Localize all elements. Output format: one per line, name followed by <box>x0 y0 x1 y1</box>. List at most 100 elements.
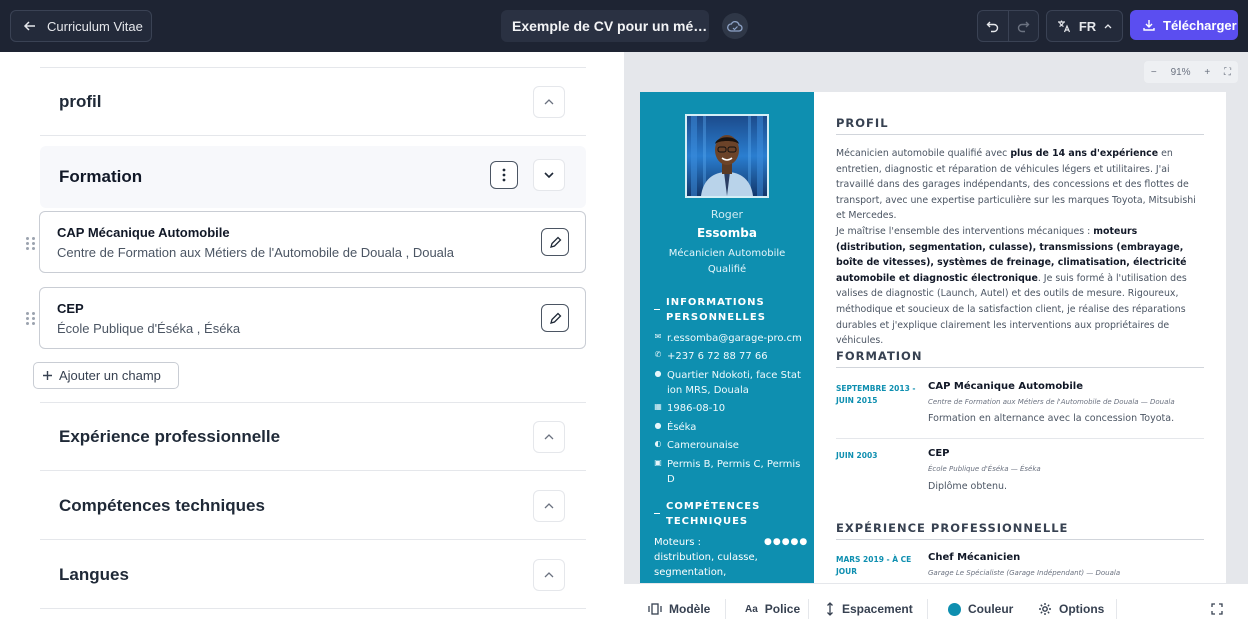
cv-experience-heading: EXPÉRIENCE PROFESSIONNELLE <box>836 521 1204 540</box>
options-label: Options <box>1059 602 1105 616</box>
cv-job-title: Mécanicien Automobile Qualifié <box>668 248 786 275</box>
template-label: Modèle <box>669 602 711 616</box>
date-line: JUIN 2015 <box>836 396 878 405</box>
info-text: Éséka <box>667 422 697 433</box>
template-button[interactable]: Modèle <box>648 600 710 618</box>
spacing-label: Espacement <box>842 602 913 616</box>
back-button[interactable]: Curriculum Vitae <box>10 10 152 42</box>
more-options-icon[interactable] <box>490 161 518 189</box>
editor-panel: profil Formation CAP Mécanique Automobil… <box>0 52 624 632</box>
zoom-controls: − 91% + ⛶ <box>1144 61 1238 83</box>
cv-formation-heading: FORMATION <box>836 349 1204 368</box>
date-line: MARS 2019 - À CE <box>836 555 912 564</box>
color-button[interactable]: Couleur <box>948 600 1013 618</box>
cloud-sync-icon[interactable] <box>722 13 748 39</box>
globe-icon: ◐ <box>654 439 662 448</box>
cv-info-address: ● Quartier Ndokoti, face Stat ion MRS, D… <box>654 368 804 398</box>
chevron-up-icon[interactable] <box>533 421 565 453</box>
formation-entry[interactable]: CEP École Publique d'Éséka , Éséka <box>39 287 586 349</box>
section-langues[interactable]: Langues <box>40 541 586 609</box>
skill-text: distribution, culasse, <box>654 552 758 563</box>
translate-icon <box>1057 20 1070 33</box>
fullscreen-icon[interactable] <box>1211 600 1223 618</box>
heading-line: COMPÉTENCES <box>666 501 761 512</box>
text-run: en entretien, diagnostic et réparation d… <box>836 148 1196 222</box>
layout-icon <box>648 603 662 615</box>
color-label: Couleur <box>968 602 1014 616</box>
add-field-button[interactable]: Ajouter un champ <box>33 362 179 389</box>
download-icon <box>1143 20 1155 31</box>
info-text: Camerounaise <box>667 440 739 451</box>
date-line: SEPTEMBRE 2013 - <box>836 384 916 393</box>
info-text: Permis B, Permis C, Permis <box>667 459 801 470</box>
section-experience[interactable]: Expérience professionnelle <box>40 403 586 471</box>
cv-info-birthplace: ● Éséka <box>654 420 804 435</box>
chevron-up-icon[interactable] <box>533 86 565 118</box>
edit-pencil-icon[interactable] <box>541 304 569 332</box>
cv-formation-school: École Publique d'Éséka — Éséka <box>928 465 1041 473</box>
cv-info-birthdate: ▦ 1986-08-10 <box>654 401 804 416</box>
back-label: Curriculum Vitae <box>47 18 143 34</box>
cv-info-nationality: ◐ Camerounaise <box>654 438 804 453</box>
gear-icon <box>1039 603 1051 615</box>
preview-toolbar: Modèle Aa Police Espacement Couleur Opti… <box>624 583 1248 632</box>
cv-info-license: ▣ Permis B, Permis C, Permis D <box>654 457 804 487</box>
color-swatch <box>948 602 961 616</box>
heading-line: TECHNIQUES <box>666 516 749 527</box>
drag-handle-icon[interactable] <box>26 312 36 325</box>
spacing-button[interactable]: Espacement <box>825 600 913 618</box>
cv-last-name: Essomba <box>697 226 757 240</box>
chevron-up-icon[interactable] <box>533 490 565 522</box>
entry-subtitle: Centre de Formation aux Métiers de l'Aut… <box>57 245 455 260</box>
cv-skill-item: Moteurs : distribution, culasse, segment… <box>654 535 807 580</box>
cv-experience-title: Chef Mécanicien <box>928 552 1021 563</box>
cv-formation-title: CAP Mécanique Automobile <box>928 381 1083 392</box>
section-title: Formation <box>59 167 143 186</box>
info-text: D <box>667 474 675 485</box>
cv-info-email: ✉ r.essomba@garage-pro.cm <box>654 331 804 346</box>
divider <box>836 438 1204 439</box>
cv-formation-title: CEP <box>928 448 950 459</box>
formation-entry[interactable]: CAP Mécanique Automobile Centre de Forma… <box>39 211 586 273</box>
font-button[interactable]: Aa Police <box>745 600 800 618</box>
download-button[interactable]: Télécharger <box>1130 10 1238 40</box>
zoom-in-icon[interactable]: + <box>1204 67 1210 78</box>
font-icon: Aa <box>745 603 758 615</box>
cv-profil-paragraph-2: Je maîtrise l'ensemble des interventions… <box>836 224 1204 349</box>
cv-experience-company: Garage Le Spécialiste (Garage Indépendan… <box>928 569 1121 577</box>
info-text: ion MRS, Douala <box>667 385 749 396</box>
redo-icon[interactable] <box>1007 11 1039 41</box>
text-run: Je maîtrise l'ensemble des interventions… <box>836 226 1094 237</box>
entry-title: CEP <box>57 301 84 316</box>
drag-handle-icon[interactable] <box>26 237 36 250</box>
skill-text: segmentation, <box>654 567 727 578</box>
section-title: Compétences techniques <box>59 495 265 515</box>
cv-formation-school: Centre de Formation aux Métiers de l'Aut… <box>928 398 1175 406</box>
language-selector[interactable]: FR <box>1046 10 1123 42</box>
section-formation-header[interactable]: Formation <box>40 146 586 208</box>
edit-pencil-icon[interactable] <box>541 228 569 256</box>
section-title: Expérience professionnelle <box>59 426 281 446</box>
chevron-down-icon[interactable] <box>533 159 565 191</box>
phone-icon: ✆ <box>654 350 662 359</box>
divider <box>927 599 928 619</box>
text-run-bold: plus de 14 ans d'expérience <box>1010 148 1159 159</box>
info-text: r.essomba@garage-pro.cm <box>667 333 802 344</box>
section-profil[interactable]: profil <box>40 68 586 136</box>
id-card-icon: ▣ <box>654 458 662 467</box>
history-controls <box>977 10 1039 42</box>
section-title: Langues <box>59 564 129 584</box>
section-competences[interactable]: Compétences techniques <box>40 472 586 540</box>
cv-experience-date: MARS 2019 - À CE JOUR <box>836 554 920 578</box>
fit-screen-icon[interactable]: ⛶ <box>1224 67 1231 78</box>
zoom-out-icon[interactable]: − <box>1151 67 1157 78</box>
chevron-up-icon <box>1104 24 1112 29</box>
cv-profil-paragraph-1: Mécanicien automobile qualifié avec plus… <box>836 146 1204 224</box>
undo-icon[interactable] <box>978 11 1008 41</box>
options-button[interactable]: Options <box>1038 600 1104 618</box>
chevron-up-icon[interactable] <box>533 559 565 591</box>
pin-icon: ● <box>654 421 662 430</box>
document-title[interactable]: Exemple de CV pour un mé… <box>501 10 709 42</box>
preview-panel: − 91% + ⛶ Roger Essomba Mécanicien Autom… <box>624 52 1248 583</box>
cv-sidebar: Roger Essomba Mécanicien Automobile Qual… <box>640 92 814 583</box>
